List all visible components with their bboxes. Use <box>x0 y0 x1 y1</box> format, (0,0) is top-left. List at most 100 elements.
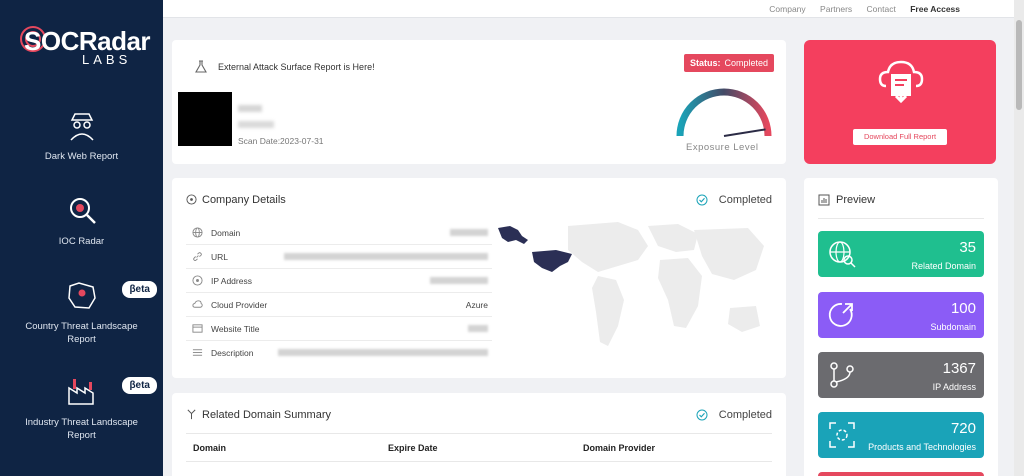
company-domain-blurred <box>238 121 274 128</box>
detail-label: Description <box>211 348 254 358</box>
globe-icon <box>192 227 203 238</box>
divider <box>818 218 984 219</box>
exposure-gauge <box>676 88 772 137</box>
globe-search-icon <box>829 241 856 268</box>
divider <box>186 433 772 434</box>
detail-label: Domain <box>211 228 241 238</box>
download-card: Download Full Report <box>804 40 996 164</box>
report-title: External Attack Surface Report is Here! <box>218 62 375 72</box>
top-links: Company Partners Contact Free Access <box>757 4 960 14</box>
tile-value: 100 <box>950 300 976 317</box>
tile-label: Products and Technologies <box>868 442 976 452</box>
detail-value: Azure <box>465 300 488 310</box>
location-icon <box>192 275 203 286</box>
beta-badge: βeta <box>122 377 157 394</box>
detail-label: IP Address <box>211 276 252 286</box>
chart-icon <box>818 194 830 206</box>
tile-label: Related Domain <box>911 261 976 271</box>
column-header-domain[interactable]: Domain <box>193 443 226 453</box>
detail-row-domain: Domain <box>186 221 492 245</box>
flask-icon <box>195 60 207 73</box>
tile-label: Subdomain <box>930 322 976 332</box>
socradar-logo[interactable]: SOCRadar LABS <box>20 22 151 72</box>
detail-row-cloud-provider: Cloud Provider Azure <box>186 293 492 317</box>
detail-value-blurred <box>468 325 488 332</box>
link-icon <box>193 252 202 261</box>
status-badge: Status: Completed <box>683 54 774 72</box>
detail-value-blurred <box>450 229 488 236</box>
magnifier-icon <box>69 198 96 224</box>
nav-label: Country Threat Landscape Report <box>25 321 138 345</box>
related-domain-summary-card: Related Domain Summary Completed Domain … <box>172 393 786 476</box>
nav-label: Dark Web Report <box>44 151 119 162</box>
tile-partial[interactable] <box>818 472 984 476</box>
summary-status: Completed <box>718 409 772 421</box>
detail-label: Website Title <box>211 324 260 334</box>
detail-row-url: URL <box>186 245 492 269</box>
factory-icon <box>67 379 94 405</box>
branch-icon <box>830 362 854 388</box>
detail-label: URL <box>211 252 229 262</box>
tile-label: IP Address <box>932 382 976 392</box>
report-card: External Attack Surface Report is Here! … <box>172 40 786 164</box>
column-header-domain-provider[interactable]: Domain Provider <box>583 443 655 453</box>
check-circle-icon <box>696 409 708 421</box>
tile-subdomain[interactable]: 100 Subdomain <box>818 292 984 338</box>
detail-row-website-title: Website Title <box>186 317 492 341</box>
column-header-expire-date[interactable]: Expire Date <box>388 443 438 453</box>
world-map <box>498 222 764 346</box>
scrollbar-thumb[interactable] <box>1016 20 1022 110</box>
tile-value: 35 <box>959 239 976 256</box>
detail-value-blurred <box>278 349 488 356</box>
beta-badge: βeta <box>122 281 157 298</box>
scan-focus-icon <box>829 422 855 448</box>
branch-fork-icon <box>187 409 196 420</box>
detail-value-blurred <box>430 277 488 284</box>
detail-row-description: Description <box>186 341 492 365</box>
target-icon <box>186 194 197 205</box>
nav-ioc-radar[interactable]: IOC Radar <box>0 193 163 248</box>
sidebar: SOCRadar LABS Dark Web Report IOC Radar … <box>0 0 163 476</box>
tile-products-and-technologies[interactable]: 720 Products and Technologies <box>818 412 984 458</box>
download-report-button[interactable]: Download Full Report <box>853 129 947 145</box>
nav-label: Industry Threat Landscape Report <box>25 417 138 441</box>
gauge-needle <box>723 128 766 137</box>
tile-value: 1367 <box>942 360 976 377</box>
arrow-circle-icon <box>828 303 853 327</box>
status-value: Completed <box>724 58 768 68</box>
map-pin-icon <box>67 282 96 309</box>
browser-icon <box>192 324 203 333</box>
company-status: Completed <box>718 194 772 206</box>
toplink-free-access[interactable]: Free Access <box>910 4 960 14</box>
company-logo-redacted <box>178 92 232 146</box>
cloud-icon <box>192 300 203 308</box>
tile-value: 720 <box>950 420 976 437</box>
gauge-label: Exposure Level <box>686 142 759 153</box>
preview-title: Preview <box>836 194 876 206</box>
check-circle-icon <box>696 194 708 206</box>
top-bar: Company Partners Contact Free Access <box>163 0 1024 18</box>
nav-label: IOC Radar <box>58 236 105 247</box>
detail-row-ip-address: IP Address <box>186 269 492 293</box>
divider <box>186 461 772 462</box>
toplink-company[interactable]: Company <box>769 4 805 14</box>
toplink-contact[interactable]: Contact <box>867 4 896 14</box>
status-label: Status: <box>689 58 721 68</box>
spy-icon <box>69 113 94 141</box>
report-download-icon <box>878 60 924 104</box>
logo-sub: LABS <box>82 52 132 67</box>
detail-label: Cloud Provider <box>211 300 268 310</box>
company-details-card: Company Details Completed Domain URL IP … <box>172 178 786 378</box>
preview-card: Preview 35 Related Domain 100 Subdomain … <box>804 178 998 476</box>
scan-date: Scan Date:2023-07-31 <box>238 136 324 146</box>
tile-ip-address[interactable]: 1367 IP Address <box>818 352 984 398</box>
text-lines-icon <box>192 349 203 356</box>
page-scrollbar[interactable] <box>1014 0 1024 476</box>
company-details-title: Company Details <box>202 194 286 206</box>
detail-value-blurred <box>284 253 488 260</box>
nav-dark-web-report[interactable]: Dark Web Report <box>0 108 163 163</box>
summary-title: Related Domain Summary <box>202 409 331 421</box>
toplink-partners[interactable]: Partners <box>820 4 852 14</box>
company-name-blurred <box>238 105 262 112</box>
tile-related-domain[interactable]: 35 Related Domain <box>818 231 984 277</box>
